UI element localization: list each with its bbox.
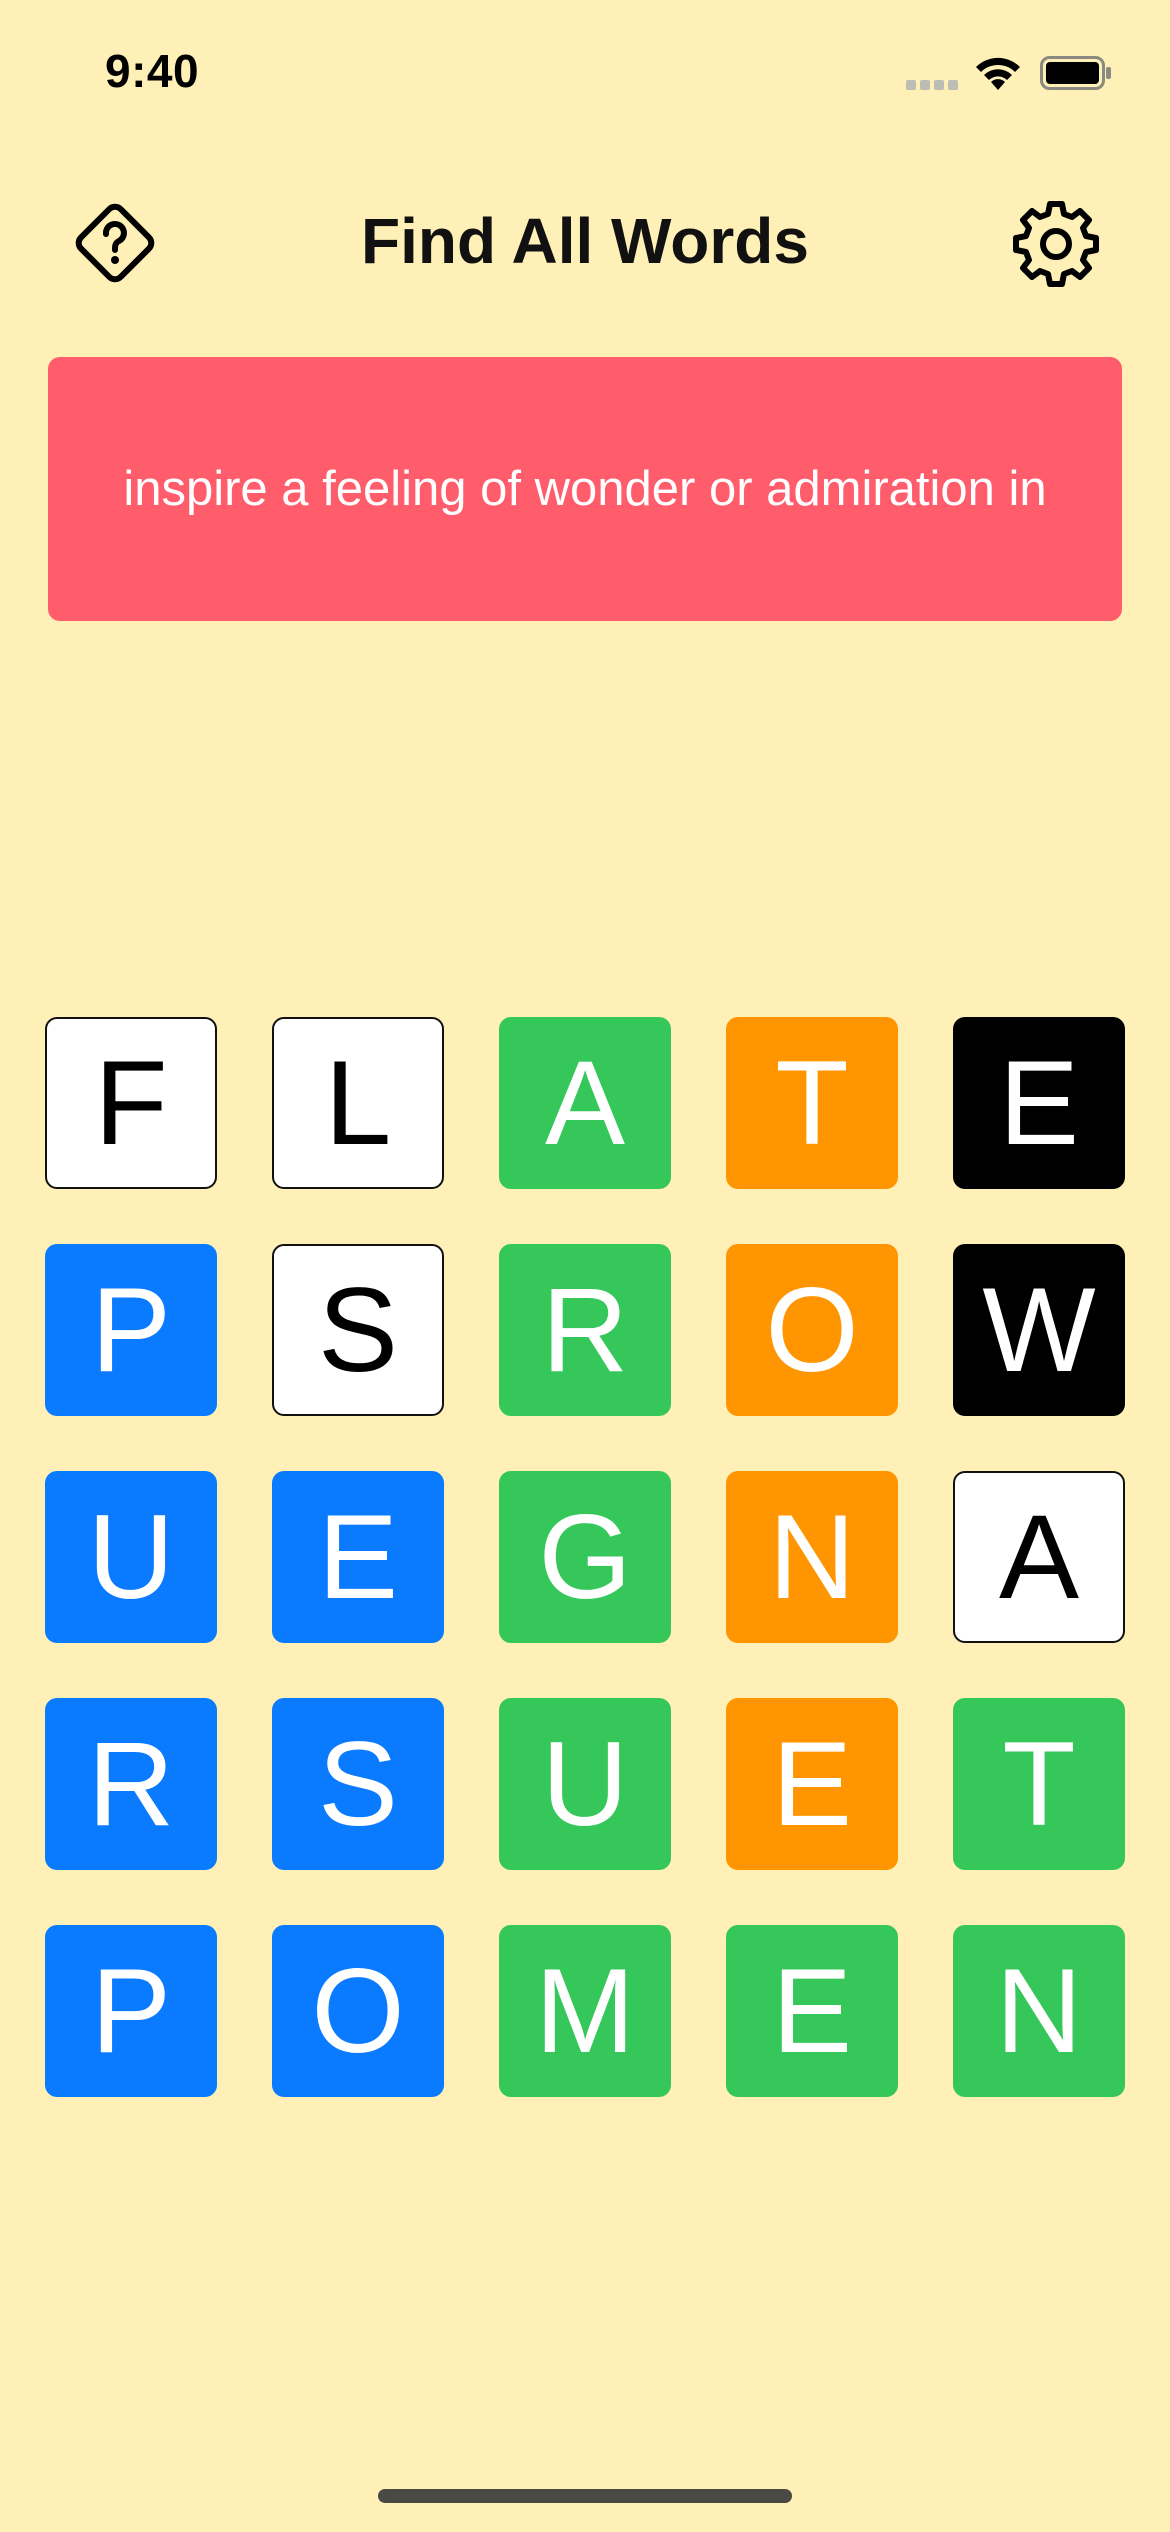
help-button[interactable] xyxy=(64,192,166,294)
letter-tile[interactable]: E xyxy=(726,1925,898,2097)
battery-icon xyxy=(1040,56,1111,90)
letter-tile[interactable]: N xyxy=(726,1471,898,1643)
cellular-signal-icon xyxy=(906,80,958,90)
letter-tile[interactable]: N xyxy=(953,1925,1125,2097)
letter-tile[interactable]: E xyxy=(726,1698,898,1870)
letter-tile[interactable]: L xyxy=(272,1017,444,1189)
letter-tile[interactable]: P xyxy=(45,1244,217,1416)
letter-tile[interactable]: G xyxy=(499,1471,671,1643)
settings-button[interactable] xyxy=(1010,198,1102,290)
status-bar: 9:40 xyxy=(0,0,1170,150)
header: Find All Words xyxy=(0,180,1170,300)
wifi-icon xyxy=(976,57,1020,90)
letter-tile[interactable]: O xyxy=(272,1925,444,2097)
letter-tile[interactable]: R xyxy=(45,1698,217,1870)
letter-tile[interactable]: R xyxy=(499,1244,671,1416)
letter-tile[interactable]: W xyxy=(953,1244,1125,1416)
status-time: 9:40 xyxy=(105,45,200,97)
letter-tile[interactable]: M xyxy=(499,1925,671,2097)
letter-tile[interactable]: T xyxy=(726,1017,898,1189)
letter-tile[interactable]: S xyxy=(272,1244,444,1416)
gear-icon xyxy=(1013,201,1099,287)
home-indicator[interactable] xyxy=(378,2489,792,2503)
page-title: Find All Words xyxy=(361,205,809,277)
letter-tile[interactable]: E xyxy=(272,1471,444,1643)
letter-tile[interactable]: A xyxy=(499,1017,671,1189)
letter-tile[interactable]: S xyxy=(272,1698,444,1870)
letter-tile[interactable]: O xyxy=(726,1244,898,1416)
letter-tile[interactable]: P xyxy=(45,1925,217,2097)
help-diamond-icon xyxy=(75,203,155,283)
letter-tile[interactable]: U xyxy=(499,1698,671,1870)
letter-tile[interactable]: A xyxy=(953,1471,1125,1643)
letter-tile[interactable]: U xyxy=(45,1471,217,1643)
clue-banner: inspire a feeling of wonder or admiratio… xyxy=(48,357,1122,621)
letter-tile[interactable]: T xyxy=(953,1698,1125,1870)
letter-tile[interactable]: F xyxy=(45,1017,217,1189)
letter-tile[interactable]: E xyxy=(953,1017,1125,1189)
clue-text: inspire a feeling of wonder or admiratio… xyxy=(123,462,1047,516)
